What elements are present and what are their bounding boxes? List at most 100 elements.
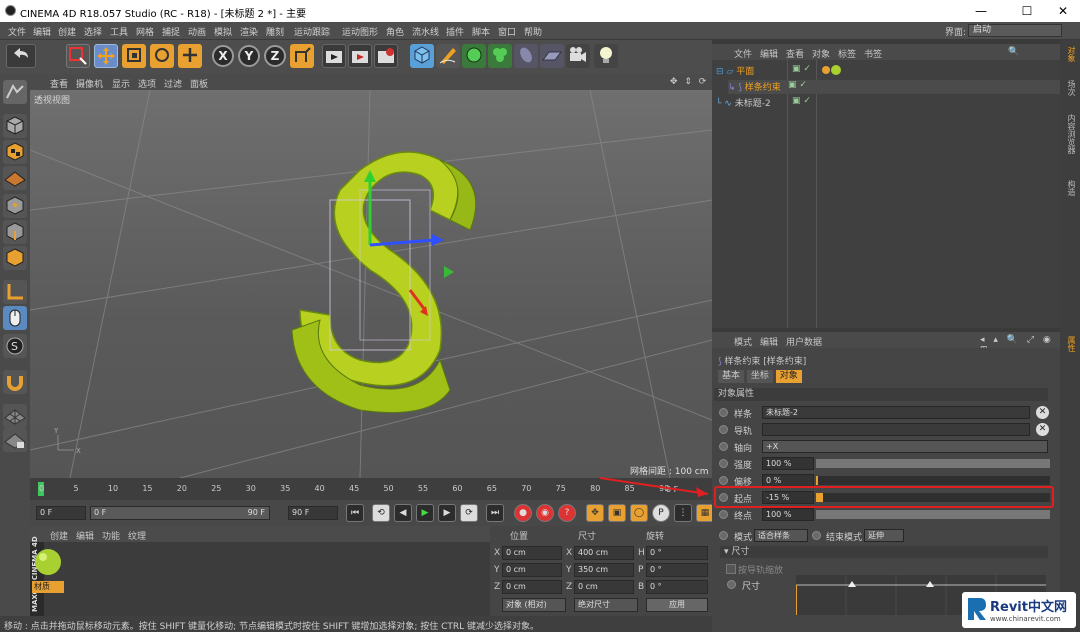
camera-icon[interactable] xyxy=(566,44,590,68)
scale-tool-icon[interactable] xyxy=(122,44,146,68)
size-mode-select[interactable]: 绝对尺寸 xyxy=(574,598,638,612)
guide-link-field[interactable] xyxy=(762,423,1030,436)
menu-file[interactable]: 文件 xyxy=(8,25,26,38)
tab-takes[interactable]: 场次 xyxy=(1063,80,1077,96)
menu-plugins[interactable]: 插件 xyxy=(446,25,464,38)
scale-by-guide-checkbox[interactable] xyxy=(726,564,736,574)
menu-tools[interactable]: 工具 xyxy=(110,25,128,38)
attr-menu-edit[interactable]: 编辑 xyxy=(760,335,778,348)
object-menu-object[interactable]: 对象 xyxy=(812,47,830,60)
live-selection-icon[interactable] xyxy=(66,44,90,68)
material-item[interactable]: 材质 xyxy=(32,546,64,593)
workplane-grid-icon[interactable] xyxy=(3,404,27,428)
viewport-menu-filter[interactable]: 过滤 xyxy=(164,77,182,90)
visibility-check-icon[interactable]: ▣ ✓ xyxy=(788,80,807,90)
object-menu-tags[interactable]: 标签 xyxy=(838,47,856,60)
layout-select[interactable]: 启动 xyxy=(968,24,1062,37)
cube-primitive-icon[interactable] xyxy=(410,44,434,68)
position-y-field[interactable]: 0 cm xyxy=(502,563,562,577)
make-editable-icon[interactable] xyxy=(3,80,27,104)
viewport-menu-options[interactable]: 选项 xyxy=(138,77,156,90)
animate-radio[interactable] xyxy=(719,531,728,540)
workplane-mode-icon[interactable] xyxy=(3,166,27,190)
object-menu-view[interactable]: 查看 xyxy=(786,47,804,60)
size-section-header[interactable]: ▾ 尺寸 xyxy=(720,546,1048,558)
axis-select[interactable]: +X xyxy=(762,440,1048,453)
animate-radio[interactable] xyxy=(719,459,728,468)
add-tool-icon[interactable] xyxy=(178,44,202,68)
model-mode-icon[interactable] xyxy=(3,114,27,138)
record-icon[interactable]: ● xyxy=(514,504,532,522)
material-menu-texture[interactable]: 纹理 xyxy=(128,529,146,542)
object-search-icon[interactable]: 🔍 xyxy=(1008,47,1019,57)
menu-window[interactable]: 窗口 xyxy=(498,25,516,38)
render-settings-icon[interactable] xyxy=(374,44,398,68)
polygons-mode-icon[interactable] xyxy=(3,246,27,270)
apply-button[interactable]: 应用 xyxy=(646,598,708,612)
viewport-menu-camera[interactable]: 摄像机 xyxy=(76,77,103,90)
cloner-icon[interactable] xyxy=(488,44,512,68)
rotate-tool-icon[interactable] xyxy=(150,44,174,68)
object-row-plane[interactable]: ⊟ ▱ 平面 ▣ ✓ xyxy=(716,64,1056,78)
rotation-p-field[interactable]: 0 ° xyxy=(646,563,708,577)
animate-radio[interactable] xyxy=(719,408,728,417)
enable-axis-icon[interactable] xyxy=(3,280,27,304)
menu-sculpt[interactable]: 雕刻 xyxy=(266,25,284,38)
animate-radio[interactable] xyxy=(812,531,821,540)
attr-tab-basic[interactable]: 基本 xyxy=(718,370,745,383)
frame-range-slider[interactable]: 0 F 90 F xyxy=(90,506,270,520)
light-icon[interactable] xyxy=(594,44,618,68)
strength-slider[interactable] xyxy=(816,459,1050,468)
animate-radio[interactable] xyxy=(719,425,728,434)
material-menu-edit[interactable]: 编辑 xyxy=(76,529,94,542)
lock-workplane-icon[interactable] xyxy=(3,428,27,452)
position-x-field[interactable]: 0 cm xyxy=(502,546,562,560)
animate-radio[interactable] xyxy=(719,442,728,451)
object-menu-file[interactable]: 文件 xyxy=(734,47,752,60)
attr-menu-user-data[interactable]: 用户数据 xyxy=(786,335,822,348)
end-mode-select[interactable]: 延伸 xyxy=(864,529,904,542)
size-z-field[interactable]: 0 cm xyxy=(574,580,634,594)
attr-tab-coord[interactable]: 坐标 xyxy=(746,370,773,383)
visibility-check-icon[interactable]: ▣ ✓ xyxy=(792,96,811,106)
undo-icon[interactable] xyxy=(6,44,36,68)
size-x-field[interactable]: 400 cm xyxy=(574,546,634,560)
animate-radio[interactable] xyxy=(727,580,736,589)
lock-z-axis-button[interactable]: Z xyxy=(264,45,286,67)
attr-menu-mode[interactable]: 模式 xyxy=(734,335,752,348)
strength-field[interactable]: 100 % xyxy=(762,457,814,470)
autokey-icon[interactable]: ◉ xyxy=(536,504,554,522)
pen-tool-icon[interactable] xyxy=(436,44,460,68)
end-frame-field[interactable]: 90 F xyxy=(288,506,338,520)
next-key-icon[interactable]: ⟳ xyxy=(460,504,478,522)
next-frame-icon[interactable]: ▶ xyxy=(438,504,456,522)
previous-key-icon[interactable]: ⟲ xyxy=(372,504,390,522)
tab-structure[interactable]: 构造 xyxy=(1063,180,1077,196)
menu-snap[interactable]: 捕捉 xyxy=(162,25,180,38)
lock-y-axis-button[interactable]: Y xyxy=(238,45,260,67)
tweak-mode-icon[interactable] xyxy=(3,306,27,330)
mode-select[interactable]: 适合样条 xyxy=(754,529,808,542)
menu-simulate[interactable]: 模拟 xyxy=(214,25,232,38)
maximize-button[interactable]: ☐ xyxy=(1012,2,1042,20)
object-menu-edit[interactable]: 编辑 xyxy=(760,47,778,60)
render-to-picture-viewer-icon[interactable] xyxy=(348,44,372,68)
deformer-icon[interactable] xyxy=(514,44,538,68)
edges-mode-icon[interactable] xyxy=(3,220,27,244)
menu-select[interactable]: 选择 xyxy=(84,25,102,38)
size-y-field[interactable]: 350 cm xyxy=(574,563,634,577)
material-menu-create[interactable]: 创建 xyxy=(50,529,68,542)
move-tool-icon[interactable] xyxy=(94,44,118,68)
previous-frame-icon[interactable]: ◀ xyxy=(394,504,412,522)
minimize-button[interactable]: — xyxy=(966,2,996,20)
menu-edit[interactable]: 编辑 xyxy=(33,25,51,38)
object-row-spline-constraint[interactable]: ↳ ⟆ 样条约束 ▣ ✓ xyxy=(728,80,1068,94)
magnet-icon[interactable] xyxy=(3,370,27,394)
rotation-b-field[interactable]: 0 ° xyxy=(646,580,708,594)
texture-mode-icon[interactable] xyxy=(3,140,27,164)
viewport-menu-display[interactable]: 显示 xyxy=(112,77,130,90)
go-to-start-icon[interactable]: ⏮ xyxy=(346,504,364,522)
floor-icon[interactable] xyxy=(540,44,564,68)
menu-pipeline[interactable]: 流水线 xyxy=(412,25,439,38)
perspective-viewport[interactable]: 透视视图 Y X 网格间距: 100 cm xyxy=(30,90,712,478)
